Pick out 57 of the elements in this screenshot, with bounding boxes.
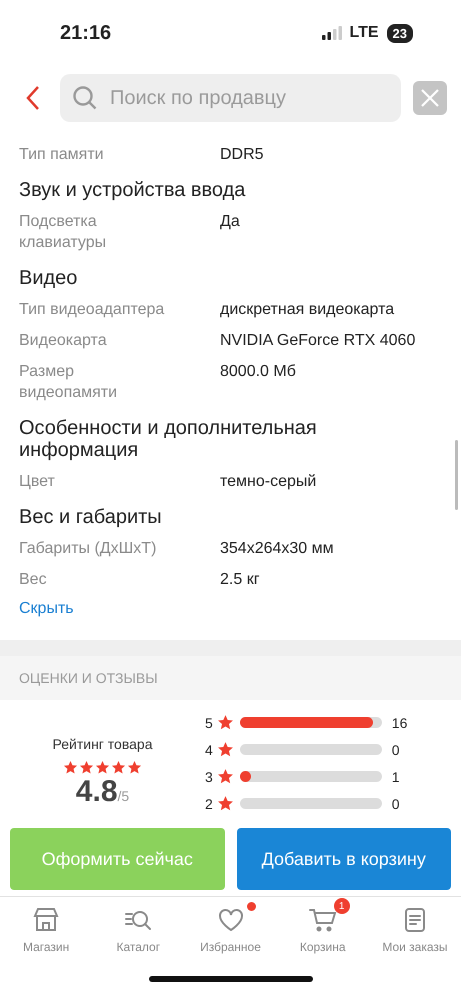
- grade-label: 4: [205, 742, 213, 758]
- star-icon: [111, 760, 126, 775]
- grade-count: 0: [392, 796, 400, 812]
- grade-label: 2: [205, 796, 213, 812]
- tab-bar-item[interactable]: Магазин: [0, 897, 92, 959]
- tab-bar-item[interactable]: Мои заказы: [368, 897, 461, 959]
- rating-label: Рейтинг товара: [52, 736, 152, 752]
- spec-value: 354x264x30 мм: [220, 539, 334, 559]
- rating-max: /5: [118, 788, 130, 804]
- section-header: ОЦЕНКИ И ОТЗЫВЫ: [0, 656, 461, 700]
- tab-bar-item[interactable]: 1 Корзина: [276, 897, 369, 959]
- star-icon: [216, 714, 234, 731]
- section-title: Звук и устройства ввода: [19, 179, 246, 201]
- tab-bar-item[interactable]: Избранное: [184, 897, 277, 959]
- star-icon: [216, 768, 234, 785]
- section-title: Вес и габариты: [19, 506, 163, 528]
- star-icon: [95, 760, 110, 775]
- spec-value: темно-серый: [220, 472, 316, 492]
- spec-value: 8000.0 Мб: [220, 362, 296, 382]
- star-icon: [216, 741, 234, 758]
- signal-icon: [322, 26, 342, 40]
- spec-value: NVIDIA GeForce RTX 4060: [220, 331, 416, 351]
- network-label: LTE: [350, 24, 379, 42]
- spec-label: Подсветка клавиатуры: [19, 212, 108, 253]
- grade-count: 16: [392, 714, 408, 730]
- checkout-button[interactable]: Оформить сейчас: [10, 828, 224, 890]
- spec-value: DDR5: [220, 145, 264, 165]
- star-icon: [216, 795, 234, 812]
- spec-label: Цвет: [19, 472, 56, 492]
- status-time: 21:16: [60, 22, 112, 44]
- battery-level: 23: [386, 24, 413, 42]
- spec-value: Да: [220, 212, 240, 232]
- spec-label: Габариты (ДхШхТ): [19, 539, 158, 559]
- count-badge: 1: [334, 898, 350, 914]
- search-icon: [72, 85, 98, 111]
- star-icon: [79, 760, 94, 775]
- close-icon: [420, 88, 440, 108]
- spec-value: 2.5 кг: [220, 570, 260, 590]
- spec-label: Тип видеоадаптера: [19, 300, 166, 320]
- star-icon: [127, 760, 142, 775]
- grade-label: 5: [205, 714, 213, 730]
- grade-label: 3: [205, 768, 213, 784]
- spec-label: Размер видеопамяти: [19, 362, 118, 403]
- search-field[interactable]: Поиск по продавцу: [60, 74, 401, 122]
- add-to-cart-button[interactable]: Добавить в корзину: [236, 828, 451, 890]
- spec-label: Вес: [19, 570, 48, 590]
- star-icon: [63, 760, 78, 775]
- section-title: Особенности и дополнительная информация: [19, 417, 318, 461]
- spec-value: дискретная видеокарта: [220, 300, 394, 320]
- section-title: Видео: [19, 267, 78, 289]
- rating-score: 4.8: [76, 775, 118, 809]
- grade-count: 1: [392, 768, 400, 784]
- tab-bar-item[interactable]: Каталог: [92, 897, 184, 959]
- hide-link[interactable]: Скрыть: [19, 600, 74, 618]
- spec-label: Тип памяти: [19, 145, 105, 165]
- spec-label: Видеокарта: [19, 331, 108, 351]
- grade-count: 0: [392, 742, 400, 758]
